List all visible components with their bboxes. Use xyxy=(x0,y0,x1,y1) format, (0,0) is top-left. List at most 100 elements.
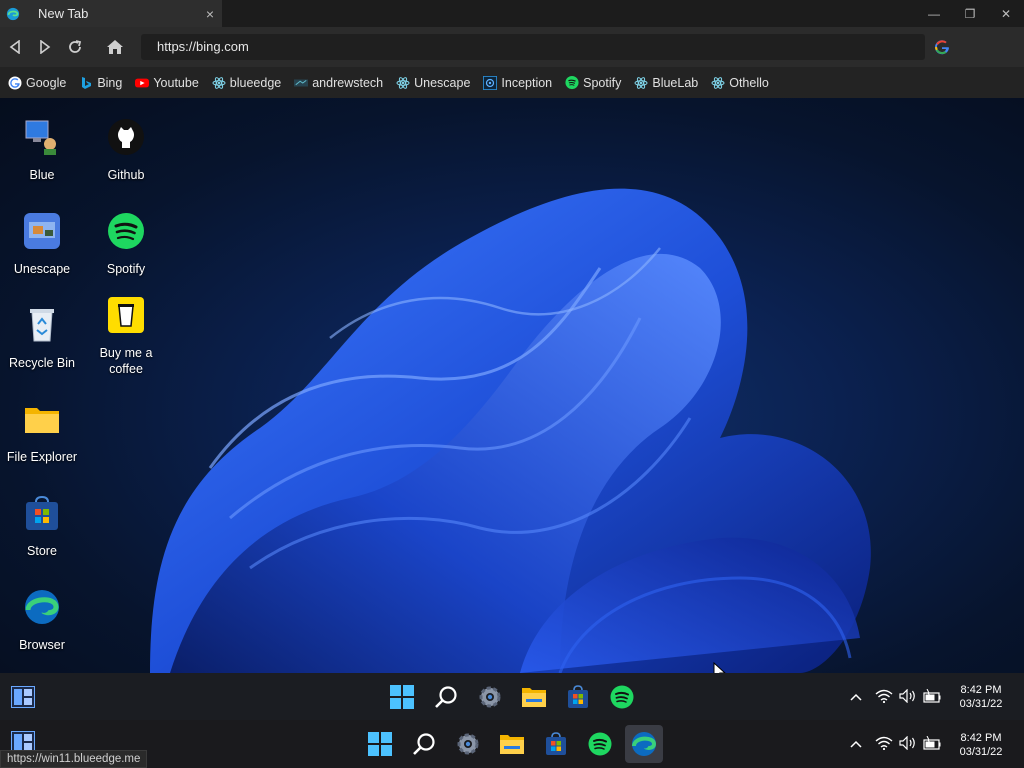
bookmark-label: Bing xyxy=(97,75,123,90)
bookmark-label: Othello xyxy=(729,75,769,90)
wallpaper-bloom xyxy=(150,188,871,673)
tab-close-button[interactable]: × xyxy=(198,6,222,22)
wifi-button[interactable] xyxy=(875,687,893,705)
react-icon xyxy=(634,76,648,90)
bookmarks-bar: Google Bing Youtube blueedge andrewstech… xyxy=(0,67,1024,98)
home-button[interactable] xyxy=(103,35,127,59)
battery-icon xyxy=(923,736,941,750)
desktop-icon-label: Blue xyxy=(29,168,55,182)
react-icon xyxy=(396,76,410,90)
folder-icon xyxy=(25,408,59,433)
minimize-button[interactable]: — xyxy=(916,0,952,27)
tray-overflow-button[interactable] xyxy=(847,735,865,753)
bookmark-label: Unescape xyxy=(414,75,471,90)
clock-time: 8:42 PM xyxy=(960,732,1002,744)
bookmark-unescape[interactable]: Unescape xyxy=(396,76,470,90)
desktop-icon-buy-me-a-coffee[interactable]: Buy me a coffee xyxy=(84,296,168,377)
edge-icon xyxy=(25,590,59,624)
bookmark-andrewstech[interactable]: andrewstech xyxy=(294,76,383,90)
browser-button[interactable] xyxy=(625,725,663,763)
search-button[interactable] xyxy=(429,680,463,714)
folder-icon xyxy=(500,735,524,754)
desktop-icon-label: File Explorer xyxy=(6,450,78,464)
windows-icon xyxy=(390,685,414,709)
spotify-icon xyxy=(565,75,579,90)
widgets-icon xyxy=(11,686,35,708)
spotify-button[interactable] xyxy=(605,680,639,714)
desktop-icon-label: Spotify xyxy=(106,262,146,276)
bookmark-label: Youtube xyxy=(153,75,199,90)
volume-button[interactable] xyxy=(899,687,917,705)
google-search-icon[interactable] xyxy=(933,38,951,56)
desktop-icon-store[interactable]: Store xyxy=(0,494,84,559)
store-icon xyxy=(568,685,588,708)
start-button[interactable] xyxy=(363,727,397,761)
bookmark-bluelab[interactable]: BlueLab xyxy=(634,76,698,90)
bookmark-bing[interactable]: Bing xyxy=(79,76,122,90)
desktop-icon-spotify[interactable]: Spotify xyxy=(84,212,168,277)
home-icon xyxy=(107,40,123,54)
desktop-icon-browser[interactable]: Browser xyxy=(0,588,84,653)
bookmark-label: Spotify xyxy=(583,75,622,90)
close-window-button[interactable]: ✕ xyxy=(988,0,1024,27)
screen: New Tab × — ❐ ✕ https://bing.com Google … xyxy=(0,0,1024,768)
settings-button[interactable] xyxy=(473,680,507,714)
desktop-icon-github[interactable]: Github xyxy=(84,118,168,183)
bookmark-othello[interactable]: Othello xyxy=(711,76,769,90)
back-button[interactable] xyxy=(3,35,27,59)
react-icon xyxy=(212,76,226,90)
tray-overflow-button[interactable] xyxy=(847,688,865,706)
volume-button[interactable] xyxy=(899,734,917,752)
taskbar-clock[interactable]: 8:42 PM 03/31/22 xyxy=(955,683,1007,711)
forward-button[interactable] xyxy=(33,35,57,59)
bookmark-youtube[interactable]: Youtube xyxy=(135,75,199,90)
search-button[interactable] xyxy=(407,727,441,761)
bookmark-label: BlueLab xyxy=(652,75,699,90)
bookmark-label: Google xyxy=(26,75,67,90)
bookmark-label: Inception xyxy=(501,75,553,90)
link-status-bar: https://win11.blueedge.me xyxy=(0,750,148,768)
store-button[interactable] xyxy=(561,680,595,714)
andrewstech-icon xyxy=(294,76,309,90)
edge-icon xyxy=(632,732,657,756)
wifi-icon xyxy=(875,689,893,703)
bookmark-blueedge[interactable]: blueedge xyxy=(212,76,281,90)
battery-button[interactable] xyxy=(923,734,941,752)
desktop-icon-blue[interactable]: Blue xyxy=(0,118,84,183)
address-bar[interactable]: https://bing.com xyxy=(141,34,925,60)
reload-button[interactable] xyxy=(63,35,87,59)
desktop[interactable]: Blue Github Unescape Spotify Recycle Bin… xyxy=(0,98,1024,673)
clock-date: 03/31/22 xyxy=(959,746,1003,758)
desktop-icon-recycle-bin[interactable]: Recycle Bin xyxy=(0,306,84,371)
battery-icon xyxy=(923,689,941,703)
battery-button[interactable] xyxy=(923,687,941,705)
mouse-cursor-icon xyxy=(713,662,726,673)
file-explorer-button[interactable] xyxy=(517,680,551,714)
settings-button[interactable] xyxy=(451,727,485,761)
bookmark-inception[interactable]: Inception xyxy=(483,75,553,90)
file-explorer-button[interactable] xyxy=(495,727,529,761)
tab-new-tab[interactable]: New Tab × xyxy=(0,0,222,27)
store-button[interactable] xyxy=(539,727,573,761)
edge-icon xyxy=(6,7,20,20)
wifi-button[interactable] xyxy=(875,734,893,752)
desktop-icon-label: Recycle Bin xyxy=(9,356,75,370)
windows-icon xyxy=(368,732,392,756)
bookmark-google[interactable]: Google xyxy=(8,76,66,90)
desktop-icon-unescape[interactable]: Unescape xyxy=(0,212,84,277)
widgets-button[interactable] xyxy=(6,680,40,714)
gear-icon xyxy=(457,733,479,755)
desktop-icon-label: Browser xyxy=(19,638,65,652)
taskbar-clock[interactable]: 8:42 PM 03/31/22 xyxy=(955,731,1007,759)
back-icon xyxy=(9,40,20,54)
restore-button[interactable]: ❐ xyxy=(952,0,988,27)
desktop-icon-file-explorer[interactable]: File Explorer xyxy=(0,400,84,465)
tab-title: New Tab xyxy=(38,6,89,21)
browser-nav-bar: https://bing.com xyxy=(0,27,1024,67)
start-button[interactable] xyxy=(385,680,419,714)
bookmark-label: andrewstech xyxy=(312,75,384,90)
desktop-icon-label: Github xyxy=(107,168,145,182)
bookmark-spotify[interactable]: Spotify xyxy=(565,76,621,90)
spotify-button[interactable] xyxy=(583,727,617,761)
gear-icon xyxy=(479,686,501,708)
